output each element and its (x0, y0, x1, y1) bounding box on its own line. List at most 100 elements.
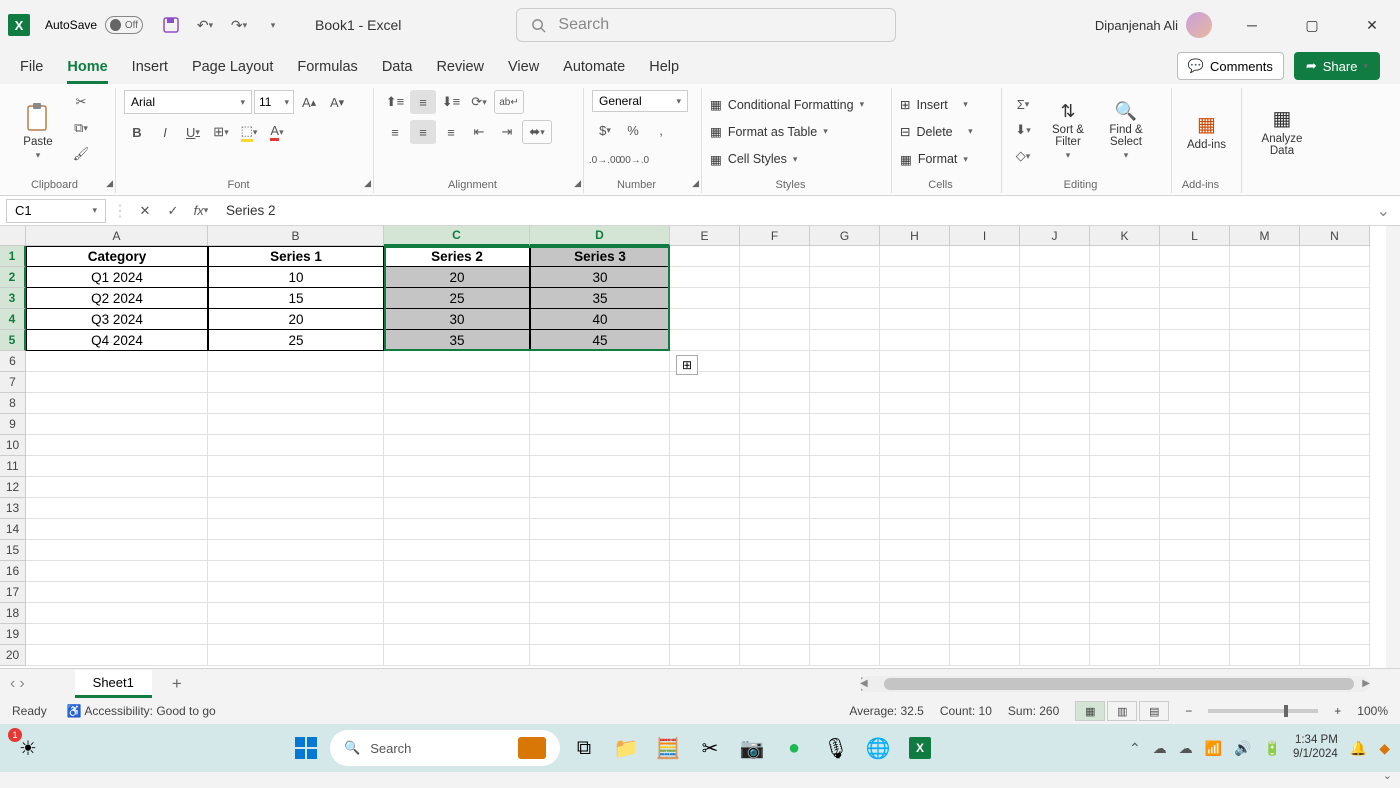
cell-A18[interactable] (26, 603, 208, 624)
cell-H9[interactable] (880, 414, 950, 435)
cell-K17[interactable] (1090, 582, 1160, 603)
cell-G17[interactable] (810, 582, 880, 603)
number-format-select[interactable]: General▾ (592, 90, 688, 112)
cell-K5[interactable] (1090, 330, 1160, 351)
delete-cells-button[interactable]: ⊟ Delete ▾ (900, 119, 973, 144)
cell-G20[interactable] (810, 645, 880, 666)
cell-L1[interactable] (1160, 246, 1230, 267)
cell-D3[interactable]: 35 (530, 288, 670, 309)
cell-I14[interactable] (950, 519, 1020, 540)
cell-H2[interactable] (880, 267, 950, 288)
cell-D11[interactable] (530, 456, 670, 477)
cell-D8[interactable] (530, 393, 670, 414)
decrease-indent-button[interactable]: ⇤ (466, 120, 492, 144)
cell-I7[interactable] (950, 372, 1020, 393)
add-sheet-button[interactable]: + (172, 674, 182, 694)
cell-C9[interactable] (384, 414, 530, 435)
cell-I8[interactable] (950, 393, 1020, 414)
quick-analysis-icon[interactable]: ⊞ (676, 355, 698, 375)
font-launcher[interactable]: ◢ (364, 178, 371, 189)
cell-styles-button[interactable]: ▦ Cell Styles ▾ (710, 147, 864, 172)
cell-D17[interactable] (530, 582, 670, 603)
cell-N4[interactable] (1300, 309, 1370, 330)
copy-button[interactable]: ⧉▾ (68, 116, 94, 140)
cell-K3[interactable] (1090, 288, 1160, 309)
cell-H3[interactable] (880, 288, 950, 309)
cell-J13[interactable] (1020, 498, 1090, 519)
cell-G9[interactable] (810, 414, 880, 435)
cell-M2[interactable] (1230, 267, 1300, 288)
cell-F14[interactable] (740, 519, 810, 540)
enter-formula-button[interactable]: ✓ (160, 199, 186, 223)
cell-I1[interactable] (950, 246, 1020, 267)
row-header-7[interactable]: 7 (0, 372, 26, 393)
cell-B3[interactable]: 15 (208, 288, 384, 309)
cell-L16[interactable] (1160, 561, 1230, 582)
column-header-B[interactable]: B (208, 226, 384, 246)
prev-sheet-button[interactable]: ‹ (10, 675, 15, 693)
cell-E4[interactable] (670, 309, 740, 330)
cell-K18[interactable] (1090, 603, 1160, 624)
cell-I5[interactable] (950, 330, 1020, 351)
cell-J19[interactable] (1020, 624, 1090, 645)
cell-C17[interactable] (384, 582, 530, 603)
cell-J9[interactable] (1020, 414, 1090, 435)
increase-font-button[interactable]: A▴ (296, 90, 322, 114)
ribbon-tab-insert[interactable]: Insert (132, 59, 168, 84)
cell-F3[interactable] (740, 288, 810, 309)
cell-M15[interactable] (1230, 540, 1300, 561)
cell-L8[interactable] (1160, 393, 1230, 414)
cell-G10[interactable] (810, 435, 880, 456)
chrome-icon[interactable]: 🌐 (860, 730, 896, 766)
cell-A10[interactable] (26, 435, 208, 456)
cell-L12[interactable] (1160, 477, 1230, 498)
cell-M12[interactable] (1230, 477, 1300, 498)
cell-F13[interactable] (740, 498, 810, 519)
cell-N20[interactable] (1300, 645, 1370, 666)
cell-A17[interactable] (26, 582, 208, 603)
cell-M1[interactable] (1230, 246, 1300, 267)
align-left-button[interactable]: ≡ (382, 120, 408, 144)
cell-E13[interactable] (670, 498, 740, 519)
cell-I20[interactable] (950, 645, 1020, 666)
cell-C6[interactable] (384, 351, 530, 372)
cell-L4[interactable] (1160, 309, 1230, 330)
cell-G19[interactable] (810, 624, 880, 645)
cell-C14[interactable] (384, 519, 530, 540)
row-header-4[interactable]: 4 (0, 309, 26, 330)
borders-button[interactable]: ⊞▾ (208, 120, 234, 144)
cell-L14[interactable] (1160, 519, 1230, 540)
cell-D6[interactable] (530, 351, 670, 372)
battery-icon[interactable]: 🔋 (1264, 740, 1281, 757)
cell-G12[interactable] (810, 477, 880, 498)
cell-H11[interactable] (880, 456, 950, 477)
row-header-15[interactable]: 15 (0, 540, 26, 561)
cell-C4[interactable]: 30 (384, 309, 530, 330)
undo-button[interactable]: ↶▾ (193, 13, 217, 37)
cell-L13[interactable] (1160, 498, 1230, 519)
cell-L3[interactable] (1160, 288, 1230, 309)
row-header-11[interactable]: 11 (0, 456, 26, 477)
number-launcher[interactable]: ◢ (692, 178, 699, 189)
zoom-in-button[interactable]: + (1334, 704, 1341, 718)
volume-icon[interactable]: 🔊 (1234, 740, 1251, 757)
cell-H5[interactable] (880, 330, 950, 351)
column-header-H[interactable]: H (880, 226, 950, 246)
row-header-17[interactable]: 17 (0, 582, 26, 603)
cell-C10[interactable] (384, 435, 530, 456)
cell-L15[interactable] (1160, 540, 1230, 561)
weather-widget[interactable]: ☀1 (10, 730, 46, 766)
cell-D16[interactable] (530, 561, 670, 582)
cell-M6[interactable] (1230, 351, 1300, 372)
cell-M10[interactable] (1230, 435, 1300, 456)
increase-indent-button[interactable]: ⇥ (494, 120, 520, 144)
cell-A11[interactable] (26, 456, 208, 477)
column-header-A[interactable]: A (26, 226, 208, 246)
cell-I9[interactable] (950, 414, 1020, 435)
row-header-18[interactable]: 18 (0, 603, 26, 624)
cell-N3[interactable] (1300, 288, 1370, 309)
cell-M13[interactable] (1230, 498, 1300, 519)
cell-H17[interactable] (880, 582, 950, 603)
cell-L6[interactable] (1160, 351, 1230, 372)
cell-M7[interactable] (1230, 372, 1300, 393)
